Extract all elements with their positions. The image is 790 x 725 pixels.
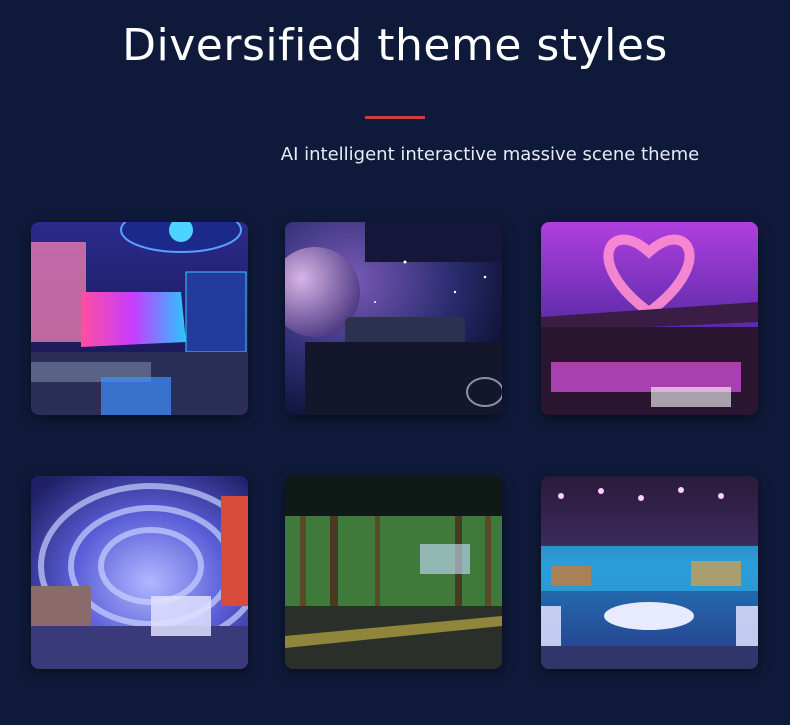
theme-image-heart-sky-room <box>541 222 758 415</box>
page-title: Diversified theme styles <box>122 20 668 71</box>
theme-image-cyber-ktv-room <box>31 222 248 415</box>
theme-image-neon-ring-room <box>31 476 248 669</box>
page-subtitle: AI intelligent interactive massive scene… <box>280 144 700 165</box>
theme-image-forest-room <box>285 476 502 669</box>
theme-image-galaxy-lounge <box>285 222 502 415</box>
theme-image-ocean-banquet-hall <box>541 476 758 669</box>
title-divider <box>365 116 425 119</box>
